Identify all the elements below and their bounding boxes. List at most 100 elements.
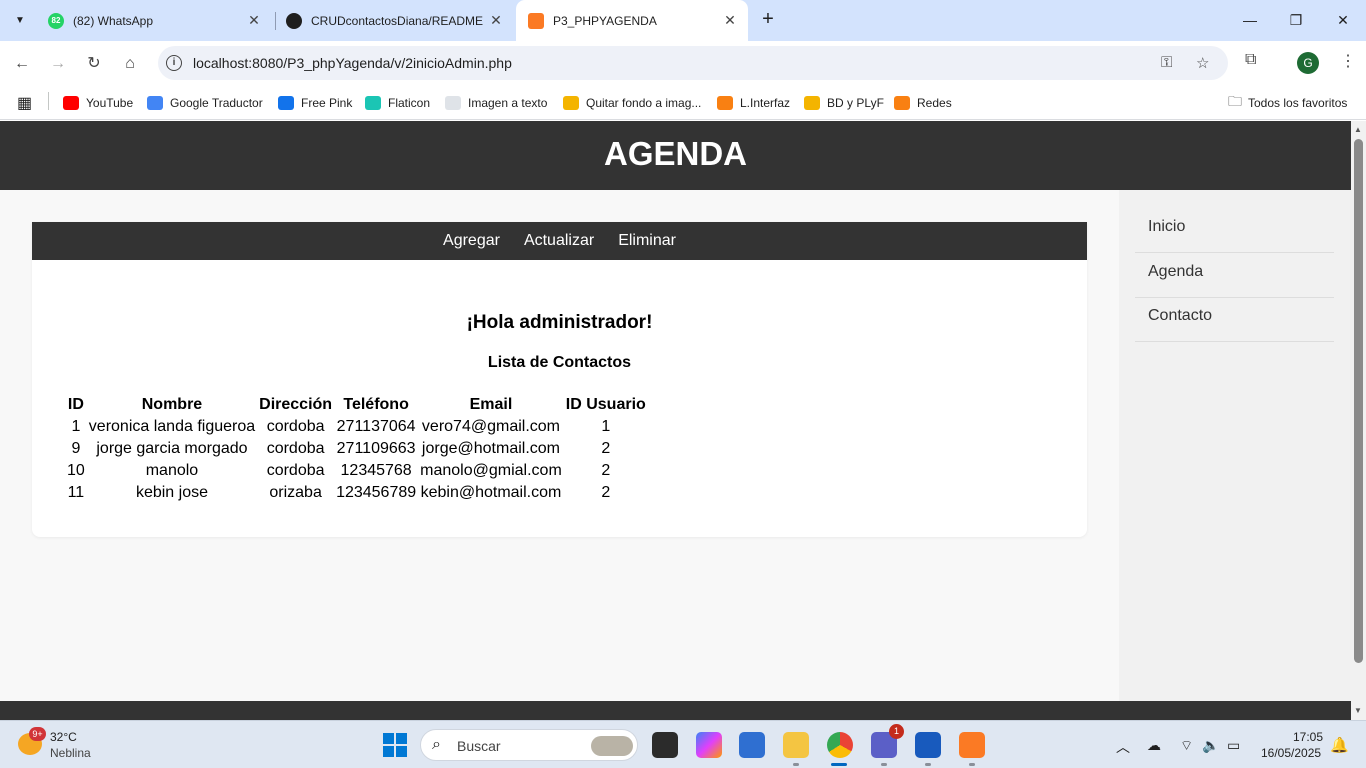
admin-nav: Agregar Actualizar Eliminar — [32, 222, 1087, 260]
minimize-button[interactable]: — — [1227, 8, 1273, 32]
table-row: 1 veronica landa figueroa cordoba 271137… — [65, 416, 648, 438]
nav-eliminar-link[interactable]: Eliminar — [618, 232, 676, 250]
close-tab-icon[interactable]: ✕ — [244, 12, 264, 29]
close-window-button[interactable]: ✕ — [1320, 8, 1366, 32]
tray-chevron-icon[interactable]: ︿ — [1116, 737, 1130, 757]
freepik-icon — [278, 96, 294, 110]
scrollbar-thumb[interactable] — [1354, 139, 1363, 663]
start-windows-icon[interactable] — [383, 733, 407, 757]
bookmark-google-traductor[interactable]: Google Traductor — [147, 93, 263, 113]
site-footer — [0, 701, 1351, 720]
image-text-icon — [445, 96, 461, 110]
running-indicator — [925, 763, 931, 766]
active-indicator — [831, 763, 847, 766]
sidebar: Inicio Agenda Contacto — [1119, 190, 1351, 720]
address-bar[interactable]: i localhost:8080/P3_phpYagenda/v/2inicio… — [158, 46, 1228, 80]
browser-toolbar: ← → ↻ ⌂ i localhost:8080/P3_phpYagenda/v… — [0, 41, 1366, 86]
home-icon[interactable]: ⌂ — [117, 51, 143, 77]
menu-kebab-icon[interactable]: ⋮ — [1340, 51, 1356, 71]
nav-agregar-link[interactable]: Agregar — [443, 232, 500, 250]
bookmark-bd-plyf[interactable]: BD y PLyF — [804, 93, 884, 113]
word-icon[interactable] — [915, 732, 941, 758]
taskbar-search-box[interactable]: ⌕ Buscar — [420, 729, 638, 761]
browser-tabstrip: ▼ 82 (82) WhatsApp ✕ CRUDcontactosDiana/… — [0, 0, 1366, 41]
tab-agenda-active[interactable]: P3_PHPYAGENDA ✕ — [516, 0, 748, 41]
cell-id-usuario: 2 — [601, 440, 611, 457]
scroll-up-icon[interactable]: ▲ — [1354, 125, 1362, 134]
chrome-icon[interactable] — [827, 732, 853, 758]
all-favorites-folder[interactable]: 🗀 Todos los favoritos — [1228, 93, 1347, 113]
moodle-icon — [894, 96, 910, 110]
site-title: AGENDA — [603, 135, 747, 172]
extensions-icon[interactable]: ⧉ — [1245, 51, 1256, 69]
close-tab-icon[interactable]: ✕ — [486, 12, 506, 29]
bookmark-flaticon[interactable]: Flaticon — [365, 93, 430, 113]
sidebar-item-inicio[interactable]: Inicio — [1135, 208, 1334, 253]
wifi-icon[interactable]: ⌔ — [1180, 737, 1193, 755]
col-header-telefono: Teléfono — [343, 396, 409, 413]
cell-id-usuario: 2 — [601, 484, 611, 501]
main-card: Agregar Actualizar Eliminar ¡Hola admini… — [32, 222, 1087, 537]
bookmark-star-icon[interactable]: ☆ — [1196, 54, 1209, 72]
moodle-icon — [717, 96, 733, 110]
cell-email: jorge@hotmail.com — [421, 440, 560, 457]
reload-icon[interactable]: ↻ — [81, 51, 107, 77]
battery-icon[interactable]: ▭ — [1227, 737, 1240, 754]
teams-icon[interactable]: 1 — [871, 724, 904, 758]
remove-bg-icon — [563, 96, 579, 110]
sidebar-item-contacto[interactable]: Contacto — [1135, 297, 1334, 342]
cell-email: kebin@hotmail.com — [420, 484, 562, 501]
tab-github[interactable]: CRUDcontactosDiana/README ✕ — [274, 6, 514, 35]
password-key-icon[interactable]: ⚿ — [1161, 54, 1172, 71]
site-info-icon[interactable]: i — [166, 55, 182, 71]
contacts-list-title: Lista de Contactos — [487, 354, 632, 371]
url-text[interactable]: localhost:8080/P3_phpYagenda/v/2inicioAd… — [193, 55, 512, 71]
bookmark-l-interfaz[interactable]: L.Interfaz — [717, 93, 790, 113]
file-explorer-icon[interactable] — [783, 732, 809, 758]
task-view-icon[interactable] — [652, 732, 678, 758]
cell-id: 1 — [71, 418, 81, 435]
cell-id: 10 — [67, 462, 85, 479]
bookmark-free-pink[interactable]: Free Pink — [278, 93, 352, 113]
sidebar-item-agenda[interactable]: Agenda — [1135, 253, 1334, 298]
cell-id: 9 — [71, 440, 81, 457]
bookmark-youtube[interactable]: YouTube — [63, 93, 133, 113]
volume-icon[interactable]: 🔈 — [1202, 737, 1219, 754]
teams-badge: 1 — [889, 724, 904, 739]
weather-temperature[interactable]: 32°C — [50, 730, 77, 744]
nav-actualizar-link[interactable]: Actualizar — [524, 232, 594, 250]
profile-avatar[interactable]: G — [1297, 52, 1319, 74]
github-icon — [286, 12, 302, 29]
close-tab-icon[interactable]: ✕ — [720, 12, 740, 29]
clock-date[interactable]: 16/05/2025 — [1261, 746, 1321, 760]
microsoft-store-icon[interactable] — [739, 732, 765, 758]
folder-icon: 🗀 — [1228, 93, 1242, 109]
bookmark-redes[interactable]: Redes — [894, 93, 952, 113]
onedrive-cloud-icon[interactable]: ☁ — [1147, 737, 1161, 754]
back-arrow-icon[interactable]: ← — [9, 51, 35, 77]
translate-icon — [147, 96, 163, 110]
bookmark-imagen-texto[interactable]: Imagen a texto — [445, 93, 547, 113]
col-header-id-usuario: ID Usuario — [565, 396, 646, 413]
xampp-taskbar-icon[interactable] — [959, 732, 985, 758]
cell-direccion: cordoba — [266, 462, 325, 479]
col-header-id: ID — [67, 396, 84, 413]
vertical-scrollbar[interactable]: ▲ ▼ — [1351, 121, 1366, 720]
bookmark-quitar-fondo[interactable]: Quitar fondo a imag... — [563, 93, 701, 113]
new-tab-button[interactable]: + — [756, 8, 780, 32]
restore-button[interactable]: ❐ — [1273, 8, 1319, 32]
scroll-down-icon[interactable]: ▼ — [1354, 706, 1362, 715]
tab-search-chevron-icon[interactable]: ▼ — [8, 8, 32, 32]
cell-direccion: cordoba — [266, 418, 325, 435]
tab-whatsapp[interactable]: 82 (82) WhatsApp ✕ — [36, 6, 272, 35]
cell-direccion: cordoba — [266, 440, 325, 457]
apps-grid-icon[interactable]: ▦ — [17, 93, 32, 113]
cell-email: vero74@gmail.com — [421, 418, 560, 435]
clock-time[interactable]: 17:05 — [1293, 730, 1323, 744]
weather-condition[interactable]: Neblina — [50, 746, 91, 760]
notifications-bell-icon[interactable]: 🔔 — [1330, 736, 1349, 754]
col-header-nombre: Nombre — [141, 396, 203, 413]
forward-arrow-icon[interactable]: → — [45, 51, 71, 77]
running-indicator — [881, 763, 887, 766]
copilot-icon[interactable] — [696, 732, 722, 758]
